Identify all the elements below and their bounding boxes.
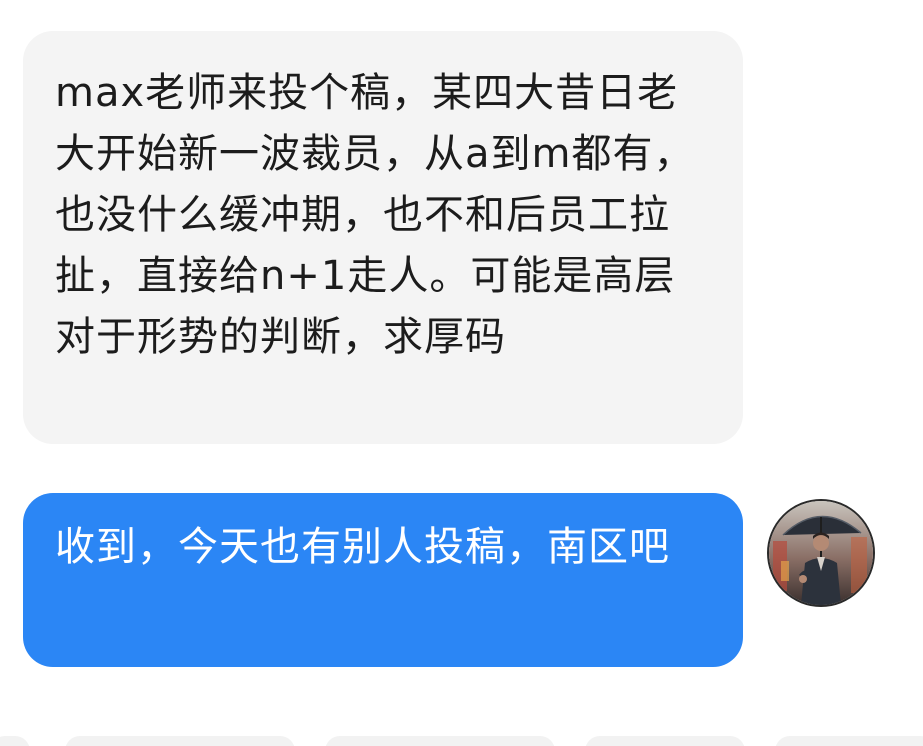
- toolbar-chip[interactable]: [325, 736, 555, 746]
- toolbar-chip[interactable]: [65, 736, 295, 746]
- incoming-message-bubble[interactable]: max老师来投个稿，某四大昔日老大开始新一波裁员，从a到m都有，也没什么缓冲期，…: [23, 31, 743, 444]
- toolbar-chip[interactable]: [585, 736, 745, 746]
- avatar[interactable]: [767, 499, 875, 607]
- chat-screen: max老师来投个稿，某四大昔日老大开始新一波裁员，从a到m都有，也没什么缓冲期，…: [0, 0, 923, 746]
- avatar-man-with-umbrella-icon: [769, 501, 873, 605]
- toolbar-chip[interactable]: [0, 736, 30, 746]
- outgoing-message-bubble[interactable]: 收到，今天也有别人投稿，南区吧: [23, 493, 743, 667]
- bottom-toolbar-edge: [0, 732, 923, 746]
- toolbar-chip[interactable]: [775, 736, 923, 746]
